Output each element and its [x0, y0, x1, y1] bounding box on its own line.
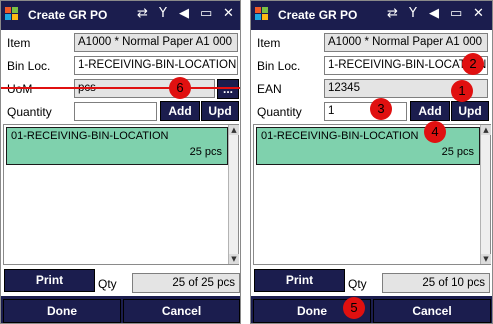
app-title: Create GR PO — [28, 8, 108, 22]
windows-logo-icon[interactable] — [5, 7, 19, 21]
speaker-muted-icon: ◀ — [429, 6, 439, 21]
list-item-name: 01-RECEIVING-BIN-LOCATION — [11, 130, 169, 142]
annotation-line — [1, 87, 240, 89]
windows-logo-icon[interactable] — [255, 7, 269, 21]
uom-browse-button[interactable]: ... — [217, 79, 239, 99]
annotation-marker-5: 5 — [343, 297, 365, 319]
item-field[interactable]: A1000 * Normal Paper A1 000 — [324, 33, 488, 52]
qty-summary: 25 of 10 pcs — [382, 273, 490, 293]
battery-icon: ▭ — [200, 6, 213, 21]
cancel-button[interactable]: Cancel — [123, 299, 240, 323]
bin-label: Bin Loc. — [257, 59, 301, 73]
quantity-label: Quantity — [7, 105, 52, 119]
item-label: Item — [257, 36, 281, 50]
title-bar: Create GR PO ⇄ Y ◀ ▭ ✕ — [1, 1, 240, 30]
sync-icon: ⇄ — [137, 6, 148, 21]
qty-label: Qty — [98, 277, 117, 291]
item-field[interactable]: A1000 * Normal Paper A1 000 — [74, 33, 238, 52]
close-icon[interactable]: ✕ — [223, 6, 234, 22]
add-button[interactable]: Add — [160, 101, 200, 121]
title-bar: Create GR PO ⇄ Y ◀ ▭ ✕ — [251, 1, 492, 30]
list-item-name: 01-RECEIVING-BIN-LOCATION — [261, 130, 419, 142]
list-item[interactable]: 01-RECEIVING-BIN-LOCATION 25 pcs — [256, 127, 480, 165]
qty-label: Qty — [348, 277, 367, 291]
list-item-qty: 25 pcs — [441, 146, 474, 158]
annotation-marker-2: 2 — [462, 53, 484, 75]
list-item[interactable]: 01-RECEIVING-BIN-LOCATION 25 pcs — [6, 127, 228, 165]
no-signal-icon: Y — [159, 6, 167, 21]
annotation-marker-1: 1 — [451, 80, 473, 102]
scroll-up-icon[interactable]: ▲ — [229, 125, 239, 135]
qty-summary: 25 of 25 pcs — [132, 273, 240, 293]
annotation-marker-6: 6 — [169, 77, 191, 99]
scroll-down-icon[interactable]: ▼ — [229, 254, 239, 264]
speaker-muted-icon: ◀ — [179, 6, 189, 21]
bottom-bar: Done Cancel — [251, 296, 492, 323]
battery-icon: ▭ — [450, 6, 463, 21]
bin-list[interactable]: 01-RECEIVING-BIN-LOCATION 25 pcs ▲ ▼ — [253, 124, 491, 265]
app-title: Create GR PO — [278, 8, 358, 22]
scroll-down-icon[interactable]: ▼ — [481, 254, 491, 264]
scrollbar[interactable]: ▲ ▼ — [228, 125, 239, 264]
update-button[interactable]: Upd — [201, 101, 239, 121]
annotation-marker-4: 4 — [424, 121, 446, 143]
bin-list[interactable]: 01-RECEIVING-BIN-LOCATION 25 pcs ▲ ▼ — [3, 124, 239, 265]
scroll-up-icon[interactable]: ▲ — [481, 125, 491, 135]
sync-icon: ⇄ — [387, 6, 398, 21]
quantity-input[interactable] — [74, 102, 157, 121]
print-button[interactable]: Print — [254, 269, 345, 292]
list-item-qty: 25 pcs — [189, 146, 222, 158]
scrollbar[interactable]: ▲ ▼ — [480, 125, 491, 264]
annotation-marker-3: 3 — [370, 98, 392, 120]
ean-label: EAN — [257, 82, 282, 96]
bin-label: Bin Loc. — [7, 59, 51, 73]
bottom-bar: Done Cancel — [1, 296, 240, 323]
print-button[interactable]: Print — [4, 269, 95, 292]
no-signal-icon: Y — [409, 6, 417, 21]
cancel-button[interactable]: Cancel — [373, 299, 491, 323]
item-label: Item — [7, 36, 31, 50]
uom-label: UoM — [7, 82, 33, 96]
update-button[interactable]: Upd — [451, 101, 489, 121]
right-screen: Create GR PO ⇄ Y ◀ ▭ ✕ Item A1000 * Norm… — [250, 0, 493, 324]
done-button[interactable]: Done — [3, 299, 121, 323]
bin-field[interactable]: 1-RECEIVING-BIN-LOCATION — [74, 56, 238, 75]
quantity-label: Quantity — [257, 105, 302, 119]
close-icon[interactable]: ✕ — [473, 6, 484, 22]
add-button[interactable]: Add — [410, 101, 450, 121]
quantity-input[interactable]: 1 — [324, 102, 407, 121]
left-screen: Create GR PO ⇄ Y ◀ ▭ ✕ Item A1000 * Norm… — [0, 0, 241, 324]
